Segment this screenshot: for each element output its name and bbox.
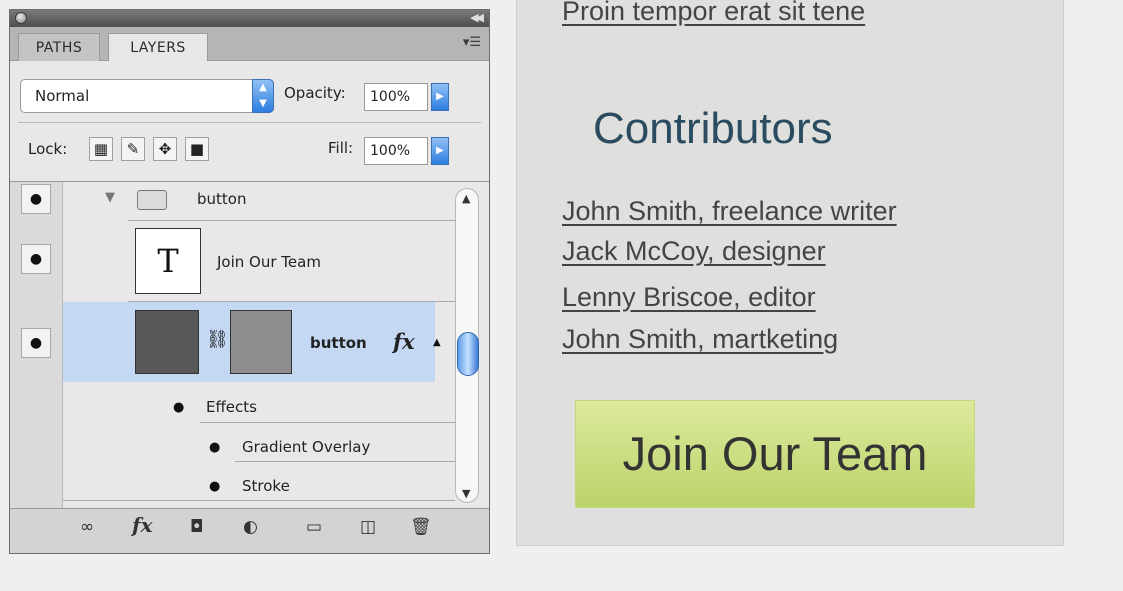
contributor-link[interactable]: John Smith, freelance writer (562, 196, 897, 227)
group-name: button (197, 190, 247, 208)
chain-link-icon[interactable]: ⛓ (206, 329, 229, 350)
tab-paths[interactable]: PATHS (18, 33, 100, 61)
opacity-slider-button[interactable]: ▶ (431, 83, 449, 111)
contributor-link[interactable]: Lenny Briscoe, editor (562, 282, 816, 313)
eye-icon[interactable]: ● (21, 244, 51, 274)
vector-mask-thumbnail (230, 310, 292, 374)
selected-layer-name[interactable]: button (310, 334, 367, 352)
effects-label: Effects (206, 398, 257, 416)
contributors-heading: Contributors (593, 104, 833, 153)
row-divider (235, 461, 455, 462)
row-divider (128, 301, 455, 302)
close-icon[interactable] (15, 12, 27, 24)
eye-icon[interactable]: ● (21, 184, 51, 214)
panel-tabs: PATHS LAYERS ▾☰ (10, 27, 489, 62)
link-icon[interactable]: ∞ (80, 517, 94, 537)
effect-item[interactable]: Stroke (242, 477, 290, 495)
fill-slider-button[interactable]: ▶ (431, 137, 449, 165)
eye-icon[interactable]: ● (21, 328, 51, 358)
disclosure-triangle-icon[interactable]: ▼ (105, 190, 115, 205)
opacity-label: Opacity: (284, 84, 346, 102)
folder-icon[interactable]: ▭ (306, 517, 322, 537)
layer-options: Normal ▲ ▼ Opacity: 100% ▶ Lock: ▦ ✎ ✥ ■ … (10, 61, 489, 181)
text-layer-name[interactable]: Join Our Team (217, 253, 321, 271)
row-divider (63, 500, 455, 501)
collapse-effects-icon[interactable]: ▲ (433, 337, 441, 348)
text-layer-thumbnail: T (135, 228, 201, 294)
shape-layer-thumbnail (135, 310, 199, 374)
trash-icon[interactable]: 🗑 (410, 517, 432, 537)
contributor-link[interactable]: John Smith, martketing (562, 324, 838, 355)
tab-layers[interactable]: LAYERS (108, 33, 208, 62)
scroll-up-icon[interactable]: ▲ (462, 192, 470, 205)
contributor-link[interactable]: Jack McCoy, designer (562, 236, 826, 267)
mask-icon[interactable]: ◘ (190, 517, 203, 537)
divider (18, 122, 481, 123)
layers-panel: ◀◀ PATHS LAYERS ▾☰ Normal ▲ ▼ Opacity: 10… (9, 9, 490, 554)
lock-position-icon[interactable]: ✥ (153, 137, 177, 161)
eye-icon[interactable]: ● (209, 479, 220, 494)
top-link[interactable]: Proin tempor erat sit tene (562, 0, 865, 27)
panel-footer: ∞ fx ◘ ◐ ▭ ◫ 🗑 (10, 508, 489, 553)
row-divider (128, 220, 455, 221)
eye-icon[interactable]: ● (173, 400, 184, 415)
fill-label: Fill: (328, 139, 354, 157)
lock-all-icon[interactable]: ■ (185, 137, 209, 161)
layers-list: ● ▼ button ● T Join Our Team ● ⛓ button … (10, 181, 489, 508)
effect-item[interactable]: Gradient Overlay (242, 438, 370, 456)
collapse-icon[interactable]: ◀◀ (470, 11, 484, 24)
fx-badge[interactable]: fx (393, 329, 415, 354)
page-preview: Proin tempor erat sit tene Contributors … (516, 0, 1064, 546)
opacity-field[interactable]: 100% (364, 83, 428, 111)
folder-icon (137, 190, 167, 210)
panel-menu-icon[interactable]: ▾☰ (463, 35, 481, 50)
blend-mode-select[interactable]: Normal ▲ ▼ (20, 79, 274, 113)
panel-titlebar: ◀◀ (10, 10, 489, 27)
scroll-down-icon[interactable]: ▼ (462, 487, 470, 500)
lock-transparent-icon[interactable]: ▦ (89, 137, 113, 161)
join-our-team-button[interactable]: Join Our Team (575, 400, 975, 508)
scrollbar-thumb[interactable] (457, 332, 479, 376)
eye-icon[interactable]: ● (209, 440, 220, 455)
adjustment-icon[interactable]: ◐ (243, 517, 258, 537)
lock-image-icon[interactable]: ✎ (121, 137, 145, 161)
fx-icon[interactable]: fx (132, 513, 153, 537)
new-layer-icon[interactable]: ◫ (360, 517, 376, 537)
lock-label: Lock: (28, 140, 68, 158)
select-arrows-icon[interactable]: ▲ ▼ (252, 79, 274, 113)
blend-mode-value: Normal (35, 87, 90, 105)
fill-field[interactable]: 100% (364, 137, 428, 165)
row-divider (200, 422, 455, 423)
